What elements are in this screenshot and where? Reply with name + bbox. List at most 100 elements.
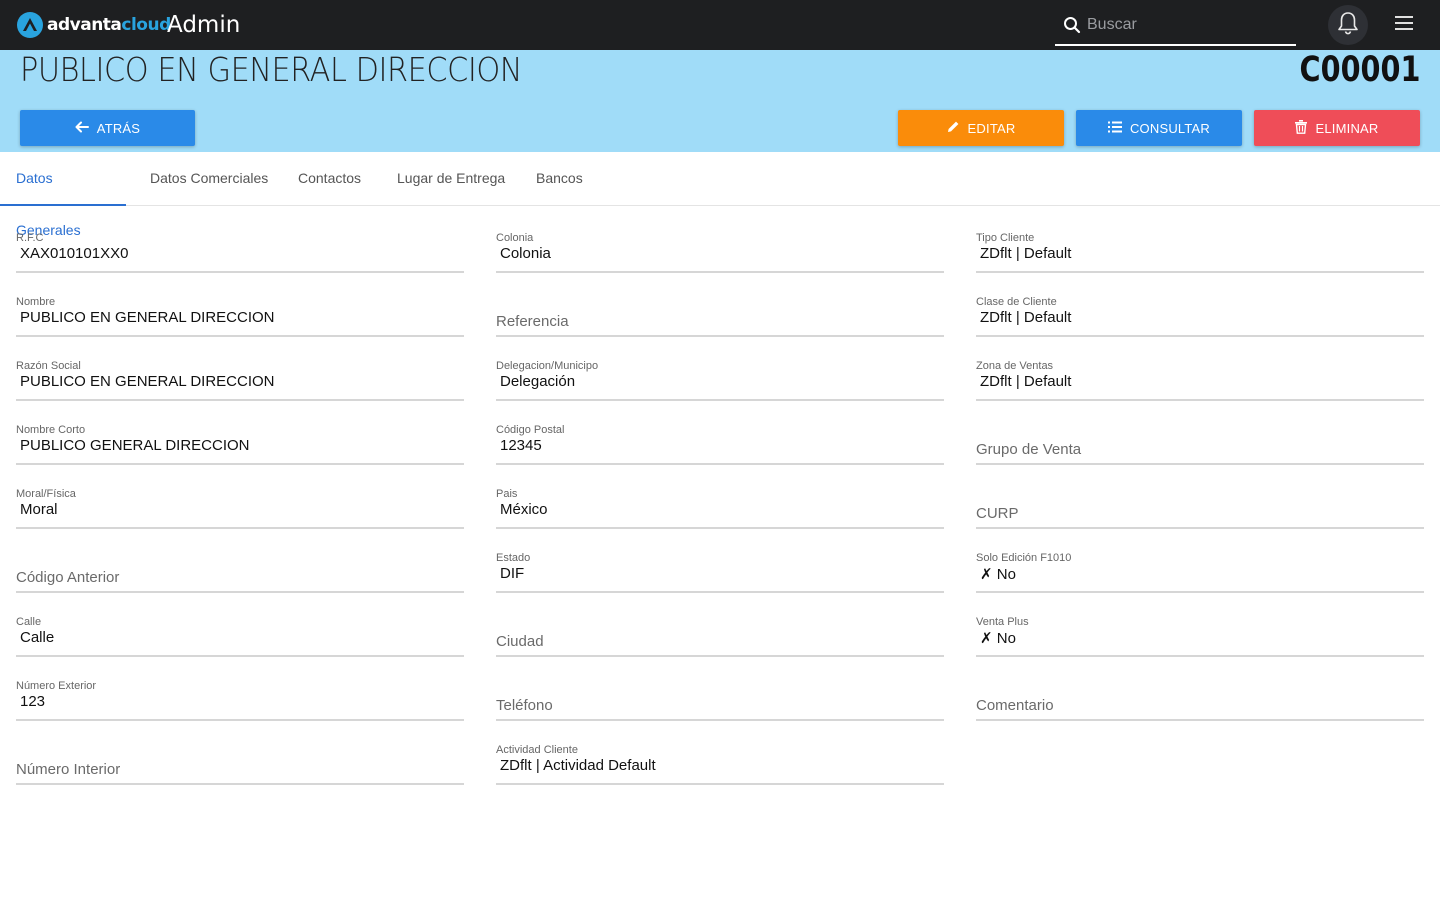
logo-text: advantacloud [47,15,171,35]
field-value: PUBLICO EN GENERAL DIRECCION [20,309,275,326]
edit-button[interactable]: EDITAR [898,110,1064,146]
field-nombre-corto[interactable]: Nombre Corto PUBLICO GENERAL DIRECCION [16,419,464,465]
field-label: Actividad Cliente [496,744,578,756]
field-value: Delegación [500,373,576,390]
bell-icon [1337,11,1359,40]
field-value: ✗ No [980,630,1016,647]
tab-contactos[interactable]: Contactos [282,152,377,206]
field-comentario[interactable]: Comentario [976,675,1424,721]
field-value: ✗ No [980,566,1016,583]
field-value: Calle [20,629,55,646]
back-button[interactable]: ATRÁS [20,110,195,146]
field-value: ZDflt | Default [980,309,1072,326]
field-ciudad[interactable]: Ciudad [496,611,944,657]
arrow-left-icon [75,121,89,136]
field-value: PUBLICO EN GENERAL DIRECCION [20,373,275,390]
record-code: C00001 [1299,50,1420,90]
field-label: Zona de Ventas [976,360,1054,372]
field-moral-fisica[interactable]: Moral/Física Moral [16,483,464,529]
field-label: Razón Social [16,360,81,372]
field-label: Pais [496,488,518,500]
field-rfc[interactable]: R.F.C XAX010101XX0 [16,227,464,273]
record-header: PUBLICO EN GENERAL DIRECCION C00001 ATRÁ… [0,50,1440,152]
field-value: XAX010101XX0 [20,245,129,262]
consult-button[interactable]: CONSULTAR [1076,110,1242,146]
pencil-icon [947,120,960,136]
field-label: Referencia [496,313,569,330]
field-value: ZDflt | Actividad Default [500,757,656,774]
field-actividad-cliente[interactable]: Actividad Cliente ZDflt | Actividad Defa… [496,739,944,785]
field-referencia[interactable]: Referencia [496,291,944,337]
field-solo-edicion-f1010[interactable]: Solo Edición F1010 ✗ No [976,547,1424,593]
field-label: R.F.C [16,232,44,244]
field-numero-interior[interactable]: Número Interior [16,739,464,785]
logo-text-secondary: cloud [121,15,171,35]
field-grupo-de-venta[interactable]: Grupo de Venta [976,419,1424,465]
field-label: CURP [976,505,1019,522]
field-pais[interactable]: Pais México [496,483,944,529]
field-label: Solo Edición F1010 [976,552,1072,564]
field-label: Número Exterior [16,680,97,692]
field-codigo-anterior[interactable]: Código Anterior [16,547,464,593]
field-value: Colonia [500,245,551,262]
field-label: Ciudad [496,633,544,650]
field-tipo-cliente[interactable]: Tipo Cliente ZDflt | Default [976,227,1424,273]
field-label: Grupo de Venta [976,441,1082,458]
field-clase-de-cliente[interactable]: Clase de Cliente ZDflt | Default [976,291,1424,337]
field-numero-exterior[interactable]: Número Exterior 123 [16,675,464,721]
tab-datos-comerciales[interactable]: Datos Comerciales [134,152,284,206]
tab-datos-generales[interactable]: Datos Generales [0,152,126,238]
field-codigo-postal[interactable]: Código Postal 12345 [496,419,944,465]
delete-button-label: ELIMINAR [1315,120,1379,136]
field-value: DIF [500,565,525,582]
field-label: Nombre Corto [16,424,86,436]
field-label: Código Postal [496,424,565,436]
logo-icon [17,12,43,38]
field-label: Número Interior [16,761,121,778]
field-label: Colonia [496,232,534,244]
search-input[interactable] [1087,14,1287,36]
field-label: Comentario [976,697,1054,714]
consult-button-label: CONSULTAR [1129,120,1211,136]
field-value: México [500,501,548,518]
top-navbar: advantacloud Admin [0,0,1440,50]
field-value: ZDflt | Default [980,373,1072,390]
field-razon-social[interactable]: Razón Social PUBLICO EN GENERAL DIRECCIO… [16,355,464,401]
field-venta-plus[interactable]: Venta Plus ✗ No [976,611,1424,657]
logo[interactable]: advantacloud [16,11,171,39]
field-label: Clase de Cliente [976,296,1057,308]
logo-text-primary: advanta [47,15,122,35]
back-button-label: ATRÁS [96,120,141,136]
edit-button-label: EDITAR [967,120,1016,136]
field-label: Venta Plus [976,616,1029,628]
field-value: PUBLICO GENERAL DIRECCION [20,437,250,454]
page-title: PUBLICO EN GENERAL DIRECCION [20,50,523,89]
field-estado[interactable]: Estado DIF [496,547,944,593]
field-curp[interactable]: CURP [976,483,1424,529]
field-label: Teléfono [496,697,553,714]
search-icon [1063,16,1081,39]
field-label: Calle [16,616,42,628]
tab-lugar-de-entrega[interactable]: Lugar de Entrega [381,152,521,206]
trash-icon [1295,119,1308,137]
delete-button[interactable]: ELIMINAR [1254,110,1420,146]
tab-bancos[interactable]: Bancos [520,152,599,206]
field-calle[interactable]: Calle Calle [16,611,464,657]
field-label: Nombre [16,296,56,308]
field-nombre[interactable]: Nombre PUBLICO EN GENERAL DIRECCION [16,291,464,337]
field-telefono[interactable]: Teléfono [496,675,944,721]
field-value: 12345 [500,437,542,454]
search-box[interactable] [1055,8,1296,46]
notifications-button[interactable] [1328,5,1368,45]
field-colonia[interactable]: Colonia Colonia [496,227,944,273]
tab-bar: Datos Generales Datos Comerciales Contac… [0,152,1440,238]
menu-button[interactable] [1392,13,1416,37]
field-delegacion-municipio[interactable]: Delegacion/Municipo Delegación [496,355,944,401]
field-value: Moral [20,501,58,518]
field-label: Tipo Cliente [976,232,1035,244]
field-value: 123 [20,693,46,710]
field-label: Delegacion/Municipo [496,360,599,372]
field-label: Estado [496,552,531,564]
field-zona-de-ventas[interactable]: Zona de Ventas ZDflt | Default [976,355,1424,401]
field-label: Moral/Física [16,488,76,500]
